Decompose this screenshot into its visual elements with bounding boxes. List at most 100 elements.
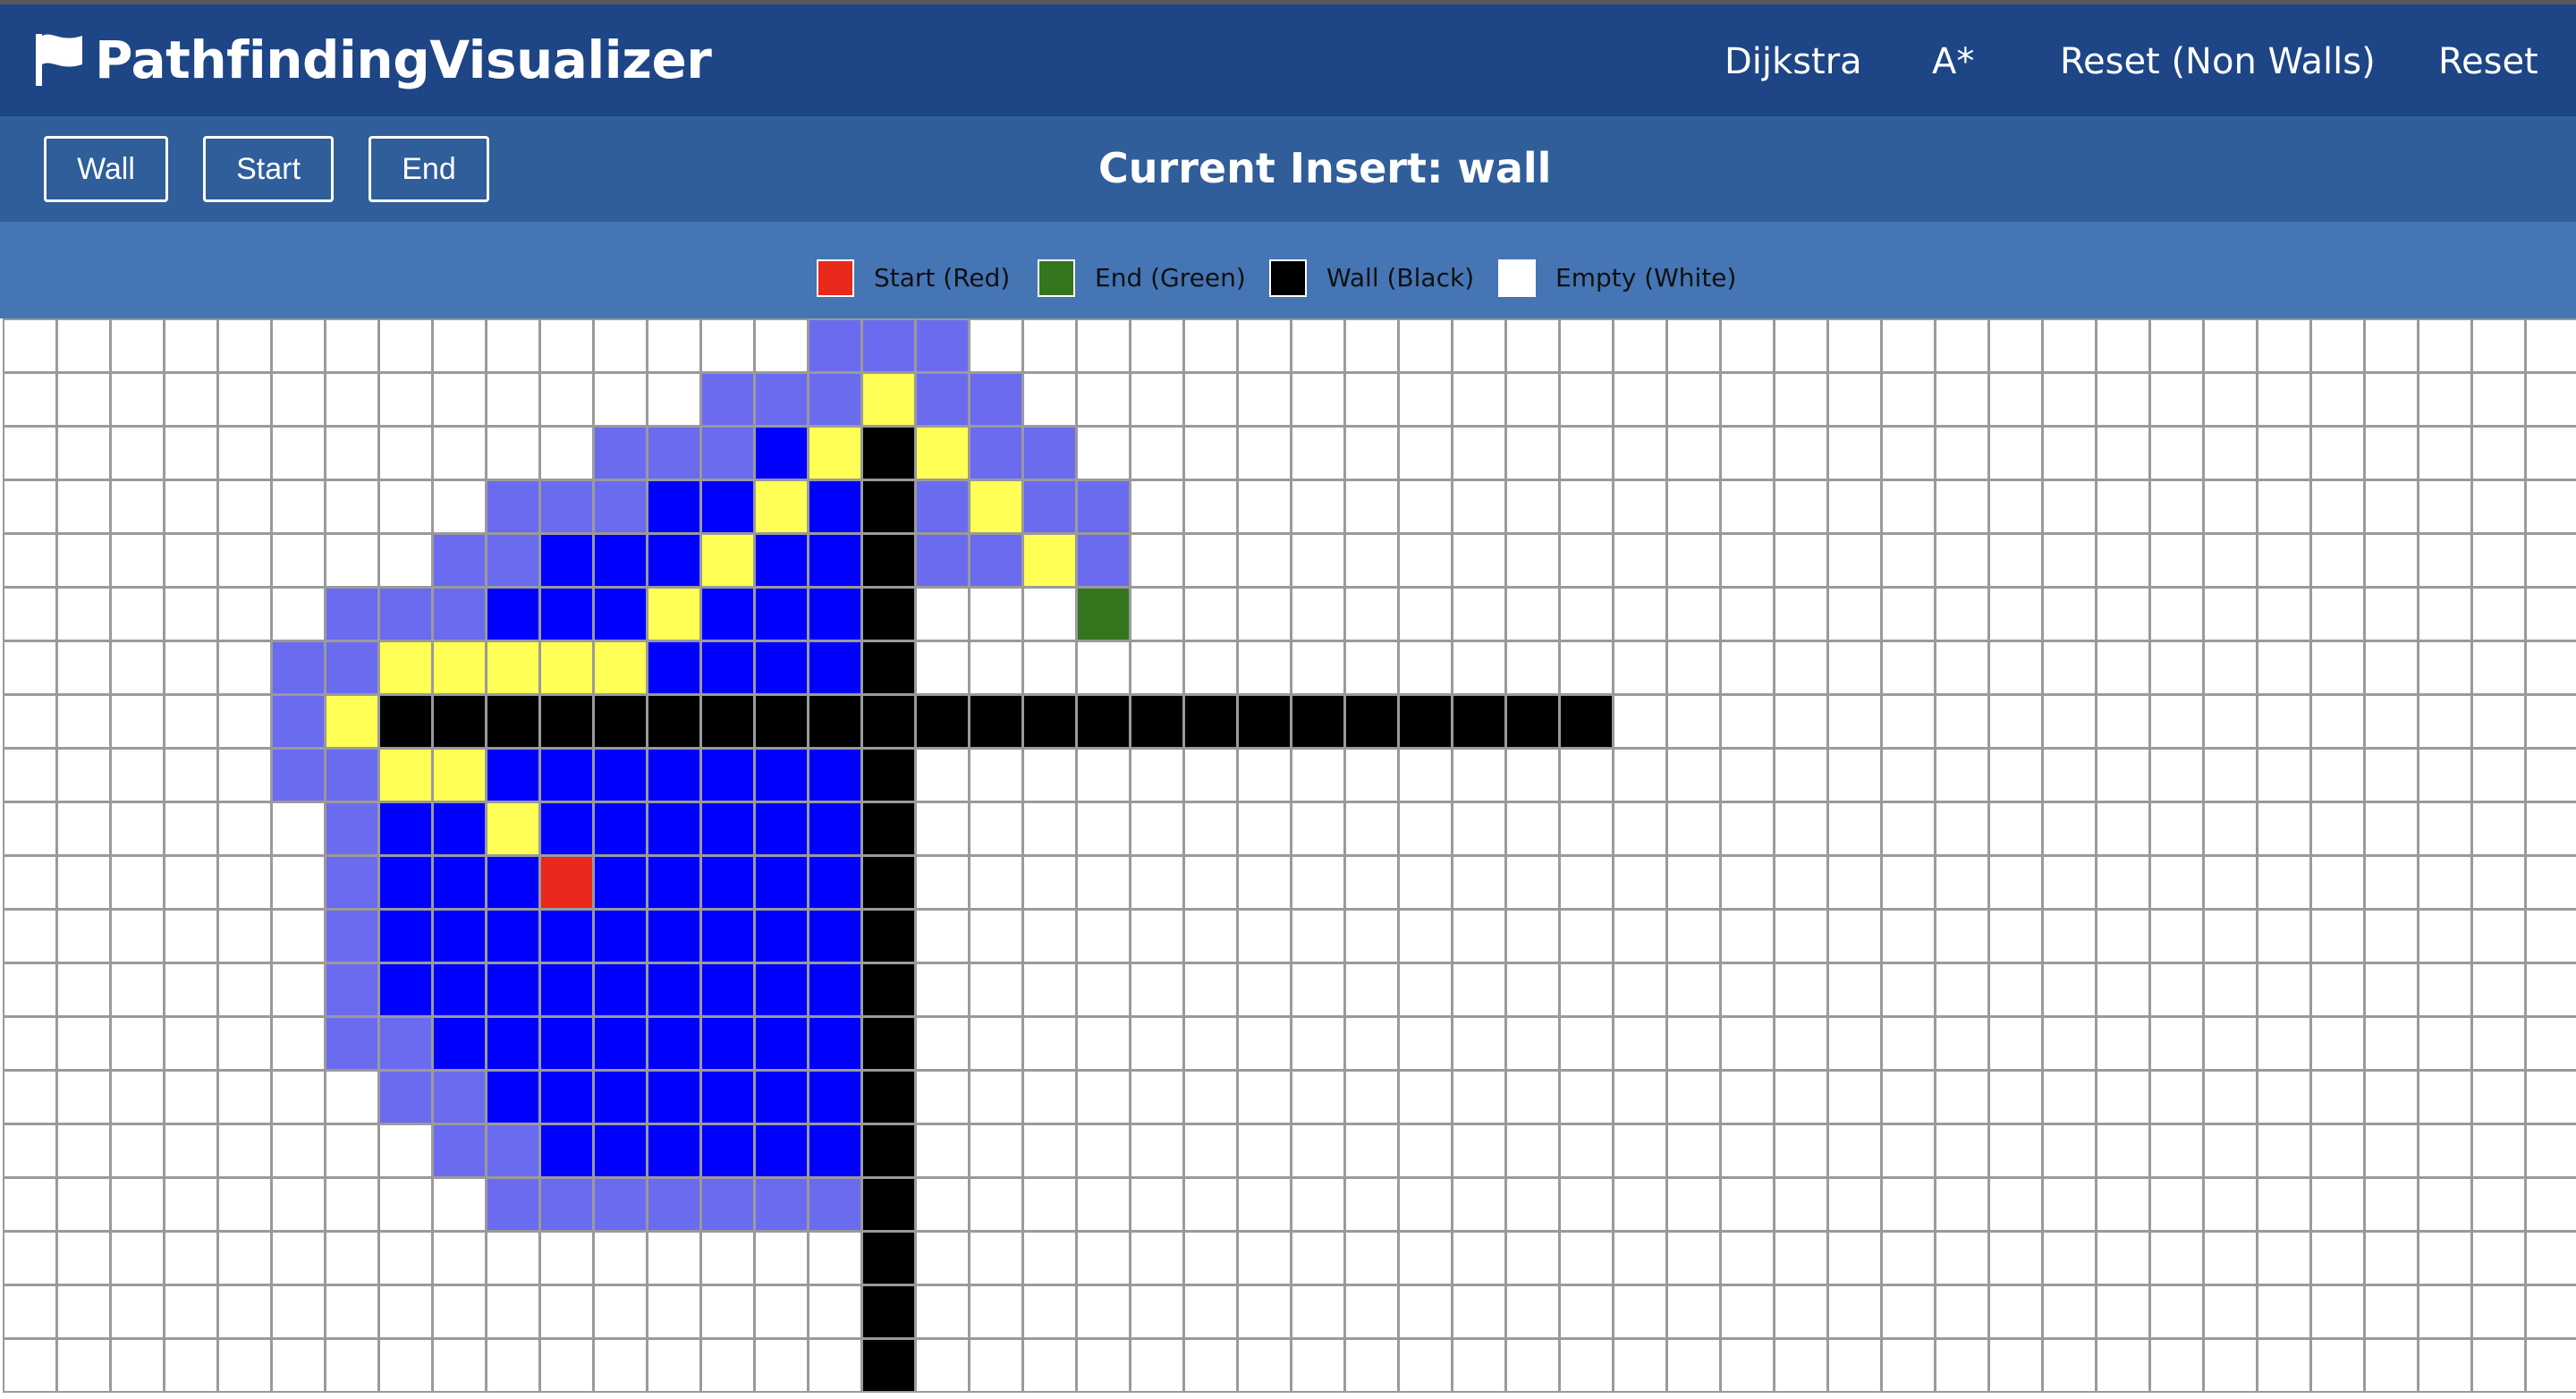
grid-cell-empty[interactable] xyxy=(2096,1338,2150,1393)
grid-cell-path[interactable] xyxy=(432,748,487,802)
grid-cell-frontier[interactable] xyxy=(593,1177,648,1232)
grid-cell-empty[interactable] xyxy=(325,533,379,588)
grid-cell-wall[interactable] xyxy=(378,694,433,749)
grid-cell-empty[interactable] xyxy=(432,1231,487,1285)
grid-cell-empty[interactable] xyxy=(1613,318,1667,373)
grid-cell-path[interactable] xyxy=(1022,533,1077,588)
grid-cell-frontier[interactable] xyxy=(325,748,379,802)
grid-cell-empty[interactable] xyxy=(1666,962,1721,1017)
grid-cell-empty[interactable] xyxy=(271,318,326,373)
grid-cell-visited[interactable] xyxy=(808,479,862,534)
grid-cell-empty[interactable] xyxy=(1613,1338,1667,1393)
grid-cell-empty[interactable] xyxy=(1666,426,1721,480)
grid-cell-wall[interactable] xyxy=(593,694,648,749)
grid-cell-empty[interactable] xyxy=(2096,694,2150,749)
grid-cell-empty[interactable] xyxy=(110,1338,165,1393)
grid-cell-empty[interactable] xyxy=(217,909,272,963)
grid-cell-empty[interactable] xyxy=(1452,1285,1506,1339)
grid-cell-empty[interactable] xyxy=(1398,1177,1453,1232)
grid-cell-empty[interactable] xyxy=(2042,372,2097,427)
grid-cell-visited[interactable] xyxy=(486,587,540,641)
grid-cell-empty[interactable] xyxy=(110,318,165,373)
grid-cell-visited[interactable] xyxy=(700,1016,755,1071)
grid-cell-empty[interactable] xyxy=(1613,1016,1667,1071)
grid-cell-empty[interactable] xyxy=(2364,1231,2419,1285)
grid-cell-empty[interactable] xyxy=(1237,587,1292,641)
grid-cell-empty[interactable] xyxy=(1559,855,1614,910)
grid-cell-empty[interactable] xyxy=(1452,479,1506,534)
grid-cell-empty[interactable] xyxy=(110,1070,165,1124)
grid-cell-empty[interactable] xyxy=(110,1231,165,1285)
grid-cell-empty[interactable] xyxy=(1505,533,1560,588)
grid-cell-empty[interactable] xyxy=(1774,640,1828,695)
grid-cell-end[interactable] xyxy=(1076,587,1131,641)
grid-cell-visited[interactable] xyxy=(593,801,648,856)
grid-cell-empty[interactable] xyxy=(1613,533,1667,588)
grid-cell-empty[interactable] xyxy=(1559,1177,1614,1232)
grid-cell-frontier[interactable] xyxy=(378,587,433,641)
grid-cell-visited[interactable] xyxy=(539,533,594,588)
grid-cell-empty[interactable] xyxy=(1827,694,1882,749)
grid-cell-empty[interactable] xyxy=(2203,855,2258,910)
grid-cell-empty[interactable] xyxy=(2042,694,2097,749)
grid-cell-empty[interactable] xyxy=(1559,748,1614,802)
grid-cell-empty[interactable] xyxy=(1559,587,1614,641)
grid-cell-empty[interactable] xyxy=(1613,909,1667,963)
grid-cell-visited[interactable] xyxy=(700,1123,755,1178)
grid-cell-empty[interactable] xyxy=(1237,855,1292,910)
grid-cell-frontier[interactable] xyxy=(861,318,916,373)
grid-cell-empty[interactable] xyxy=(1720,640,1775,695)
grid-cell-empty[interactable] xyxy=(1881,1123,1936,1178)
grid-cell-empty[interactable] xyxy=(325,1177,379,1232)
grid-cell-empty[interactable] xyxy=(1720,855,1775,910)
grid-cell-empty[interactable] xyxy=(1666,1231,1721,1285)
grid-cell-empty[interactable] xyxy=(2418,1338,2472,1393)
grid-cell-empty[interactable] xyxy=(271,1070,326,1124)
grid-cell-empty[interactable] xyxy=(1291,1338,1345,1393)
grid-cell-empty[interactable] xyxy=(1237,909,1292,963)
grid-cell-empty[interactable] xyxy=(1505,962,1560,1017)
grid-cell-empty[interactable] xyxy=(1237,1070,1292,1124)
grid-cell-visited[interactable] xyxy=(432,909,487,963)
grid-cell-empty[interactable] xyxy=(3,1016,57,1071)
grid-cell-empty[interactable] xyxy=(969,1070,1023,1124)
grid-cell-empty[interactable] xyxy=(1130,1070,1184,1124)
grid-cell-empty[interactable] xyxy=(2257,909,2311,963)
grid-cell-visited[interactable] xyxy=(700,587,755,641)
grid-cell-empty[interactable] xyxy=(271,855,326,910)
grid-cell-empty[interactable] xyxy=(56,909,111,963)
grid-cell-empty[interactable] xyxy=(1935,587,1989,641)
grid-cell-wall[interactable] xyxy=(861,962,916,1017)
grid-cell-empty[interactable] xyxy=(164,1338,218,1393)
grid-cell-wall[interactable] xyxy=(969,694,1023,749)
grid-cell-empty[interactable] xyxy=(1183,1123,1238,1178)
grid-cell-empty[interactable] xyxy=(1237,1123,1292,1178)
grid-cell-path[interactable] xyxy=(915,426,970,480)
grid-cell-empty[interactable] xyxy=(271,533,326,588)
grid-cell-empty[interactable] xyxy=(1827,587,1882,641)
grid-cell-empty[interactable] xyxy=(2418,801,2472,856)
grid-cell-empty[interactable] xyxy=(1988,587,2043,641)
grid-cell-empty[interactable] xyxy=(539,426,594,480)
grid-cell-empty[interactable] xyxy=(1183,587,1238,641)
grid-cell-frontier[interactable] xyxy=(378,1016,433,1071)
grid-cell-empty[interactable] xyxy=(1559,318,1614,373)
grid-cell-empty[interactable] xyxy=(2310,1177,2365,1232)
grid-cell-empty[interactable] xyxy=(1130,533,1184,588)
grid-cell-empty[interactable] xyxy=(2149,1016,2204,1071)
grid-cell-empty[interactable] xyxy=(1666,640,1721,695)
grid-cell-empty[interactable] xyxy=(164,909,218,963)
grid-cell-start[interactable] xyxy=(539,855,594,910)
grid-cell-empty[interactable] xyxy=(1237,1231,1292,1285)
grid-cell-empty[interactable] xyxy=(2042,1177,2097,1232)
grid-cell-empty[interactable] xyxy=(378,1338,433,1393)
grid-cell-empty[interactable] xyxy=(2203,1285,2258,1339)
grid-cell-empty[interactable] xyxy=(1344,426,1399,480)
grid-cell-frontier[interactable] xyxy=(325,587,379,641)
grid-cell-visited[interactable] xyxy=(486,909,540,963)
grid-cell-empty[interactable] xyxy=(164,801,218,856)
grid-cell-empty[interactable] xyxy=(1827,909,1882,963)
grid-cell-empty[interactable] xyxy=(2203,587,2258,641)
grid-cell-empty[interactable] xyxy=(915,855,970,910)
grid-cell-empty[interactable] xyxy=(2203,533,2258,588)
